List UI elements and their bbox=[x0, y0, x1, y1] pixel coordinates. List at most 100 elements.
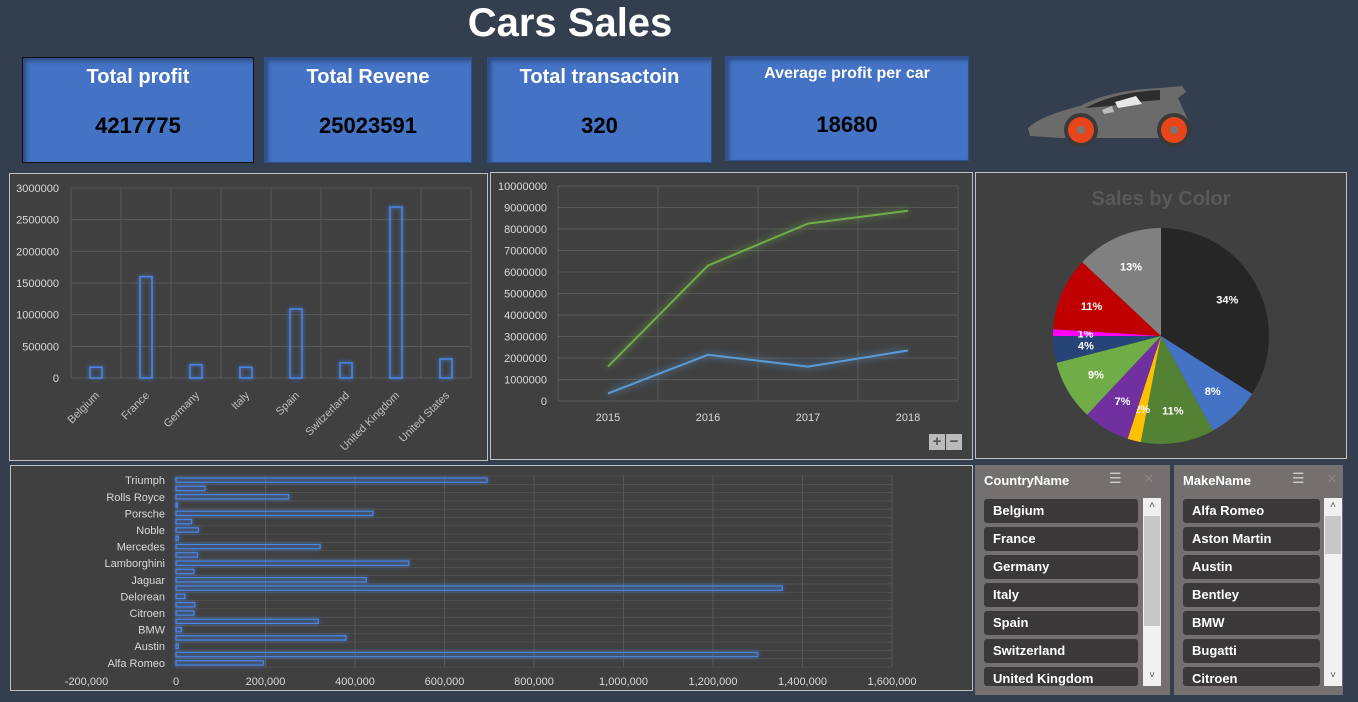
y-tick-label: 0 bbox=[541, 396, 547, 408]
bar bbox=[175, 626, 182, 633]
country-slicer: CountryName ☰ ⨯ Belgium France Germany Ital… bbox=[975, 465, 1170, 695]
y-tick-label: BMW bbox=[138, 625, 166, 637]
bar bbox=[175, 543, 321, 550]
pie-data-label: 13% bbox=[1120, 262, 1142, 274]
bar bbox=[175, 535, 179, 542]
bar bbox=[175, 502, 178, 508]
bar bbox=[175, 635, 347, 641]
slicer-item[interactable]: Alfa Romeo bbox=[1183, 499, 1320, 523]
slicer-header: CountryName bbox=[984, 473, 1070, 488]
profit-by-make-chart: -200,000 0 200,000 400,000 600,000 800,000 1,0… bbox=[10, 465, 973, 691]
zoom-out-button[interactable]: − bbox=[946, 434, 962, 450]
kpi-value: 4217775 bbox=[95, 113, 181, 138]
bar bbox=[175, 552, 199, 558]
pie-data-label: 11% bbox=[1162, 406, 1184, 418]
multi-select-icon[interactable]: ☰ bbox=[1292, 470, 1305, 487]
bar bbox=[175, 494, 290, 500]
y-tick-label: 3000000 bbox=[504, 332, 547, 344]
y-tick-label: Mercedes bbox=[117, 542, 166, 554]
y-tick-label: 1500000 bbox=[16, 278, 59, 290]
pie-data-label: 34% bbox=[1216, 295, 1238, 307]
x-tick-label: 0 bbox=[173, 676, 179, 688]
bar bbox=[175, 660, 264, 666]
bar bbox=[175, 643, 179, 649]
slicer-item[interactable]: Germany bbox=[984, 555, 1138, 579]
scroll-down-icon[interactable]: ˅ bbox=[1324, 670, 1342, 681]
y-tick-label: Delorean bbox=[120, 591, 165, 603]
x-tick-label: United States bbox=[397, 389, 453, 445]
zoom-in-button[interactable]: + bbox=[929, 434, 945, 450]
scrollbar-thumb[interactable] bbox=[1325, 516, 1341, 554]
pie-data-label: 9% bbox=[1088, 369, 1104, 381]
y-tick-label: 2000000 bbox=[504, 353, 547, 365]
y-tick-label: Jaguar bbox=[131, 575, 165, 587]
y-tick-label: Noble bbox=[136, 525, 165, 537]
bar bbox=[175, 593, 186, 600]
x-tick-label: Germany bbox=[162, 389, 203, 430]
kpi-value: 18680 bbox=[816, 112, 878, 137]
slicer-item[interactable]: Spain bbox=[984, 611, 1138, 635]
x-tick-label: 200,000 bbox=[246, 676, 286, 688]
x-tick-label: 1,600,000 bbox=[868, 676, 917, 688]
x-tick-label: 1,400,000 bbox=[778, 676, 827, 688]
x-tick-label: 2018 bbox=[896, 412, 920, 424]
x-tick-label: Spain bbox=[274, 390, 302, 418]
profit-by-make-svg: -200,000 0 200,000 400,000 600,000 800,000 1,0… bbox=[65, 475, 917, 688]
slicer-item[interactable]: Belgium bbox=[984, 499, 1138, 523]
y-tick-label: Rolls Royce bbox=[106, 492, 165, 504]
scroll-up-icon[interactable]: ˄ bbox=[1143, 500, 1161, 511]
bar bbox=[175, 601, 196, 608]
bar-germany bbox=[189, 363, 203, 379]
bar-united-states bbox=[439, 358, 453, 379]
slicer-item[interactable]: Bugatti bbox=[1183, 639, 1320, 663]
slicer-item[interactable]: Switzerland bbox=[984, 639, 1138, 663]
slicer-item[interactable]: Italy bbox=[984, 583, 1138, 607]
sales-by-color-svg: Sales by Color34%8%11%2%7%9%4%1%11%13% bbox=[1053, 188, 1269, 444]
kpi-value: 25023591 bbox=[319, 113, 417, 138]
x-tick-label: -200,000 bbox=[65, 676, 108, 688]
slicer-item[interactable]: Bentley bbox=[1183, 583, 1320, 607]
bar bbox=[175, 577, 367, 583]
slicer-item[interactable]: Aston Martin bbox=[1183, 527, 1320, 551]
scroll-down-icon[interactable]: ˅ bbox=[1143, 670, 1161, 681]
slicer-item[interactable]: Austin bbox=[1183, 555, 1320, 579]
bar bbox=[175, 618, 319, 625]
slicer-header: MakeName bbox=[1183, 473, 1251, 488]
bar-united-kingdom bbox=[389, 206, 403, 379]
x-tick-label: 2017 bbox=[796, 412, 820, 424]
bar-belgium bbox=[89, 366, 103, 379]
clear-filter-icon[interactable]: ⨯ bbox=[1143, 470, 1155, 487]
slicer-item[interactable]: BMW bbox=[1183, 611, 1320, 635]
pie-data-label: 8% bbox=[1205, 386, 1221, 398]
scroll-up-icon[interactable]: ˄ bbox=[1324, 500, 1342, 511]
sales-by-color-chart: Sales by Color 34% 8% 11% 2% 7% 9% 4% 1% 11% 13% bbox=[975, 172, 1347, 459]
slicer-item[interactable]: France bbox=[984, 527, 1138, 551]
y-tick-label: 10000000 bbox=[498, 181, 547, 193]
kpi-total-revenue: Total Revene 25023591 bbox=[264, 57, 472, 163]
y-tick-label: Citroen bbox=[130, 608, 165, 620]
y-tick-label: 7000000 bbox=[504, 246, 547, 258]
kpi-label: Total profit bbox=[86, 66, 190, 88]
y-tick-label: 4000000 bbox=[504, 310, 547, 322]
kpi-value: 320 bbox=[581, 113, 618, 138]
slicer-item[interactable]: Citroen bbox=[1183, 667, 1320, 686]
scrollbar-thumb[interactable] bbox=[1144, 516, 1160, 626]
scrollbar[interactable]: ˄ ˅ bbox=[1324, 498, 1342, 686]
clear-filter-icon[interactable]: ⨯ bbox=[1326, 470, 1338, 487]
slicer-item[interactable]: United Kingdom bbox=[984, 667, 1138, 686]
sales-by-year-chart: 0 1000000 2000000 3000000 4000000 5000000 6000… bbox=[490, 172, 973, 460]
profit-by-country-chart: 0 500000 1000000 1500000 2000000 2500000 30000… bbox=[9, 173, 488, 461]
bar-france bbox=[139, 275, 153, 379]
scrollbar[interactable]: ˄ ˅ bbox=[1143, 498, 1161, 686]
x-tick-label: 1,000,000 bbox=[599, 676, 648, 688]
x-tick-label: 600,000 bbox=[425, 676, 465, 688]
bar bbox=[175, 585, 783, 591]
sales-by-year-svg: 0 1000000 2000000 3000000 4000000 5000000 6000… bbox=[498, 181, 959, 424]
bar-spain bbox=[289, 308, 303, 379]
x-tick-label: France bbox=[119, 390, 152, 423]
kpi-total-transactions: Total transactoin 320 bbox=[487, 57, 712, 163]
y-tick-label: 6000000 bbox=[504, 267, 547, 279]
multi-select-icon[interactable]: ☰ bbox=[1109, 470, 1122, 487]
y-tick-label: 1000000 bbox=[16, 310, 59, 322]
bar bbox=[175, 518, 193, 525]
